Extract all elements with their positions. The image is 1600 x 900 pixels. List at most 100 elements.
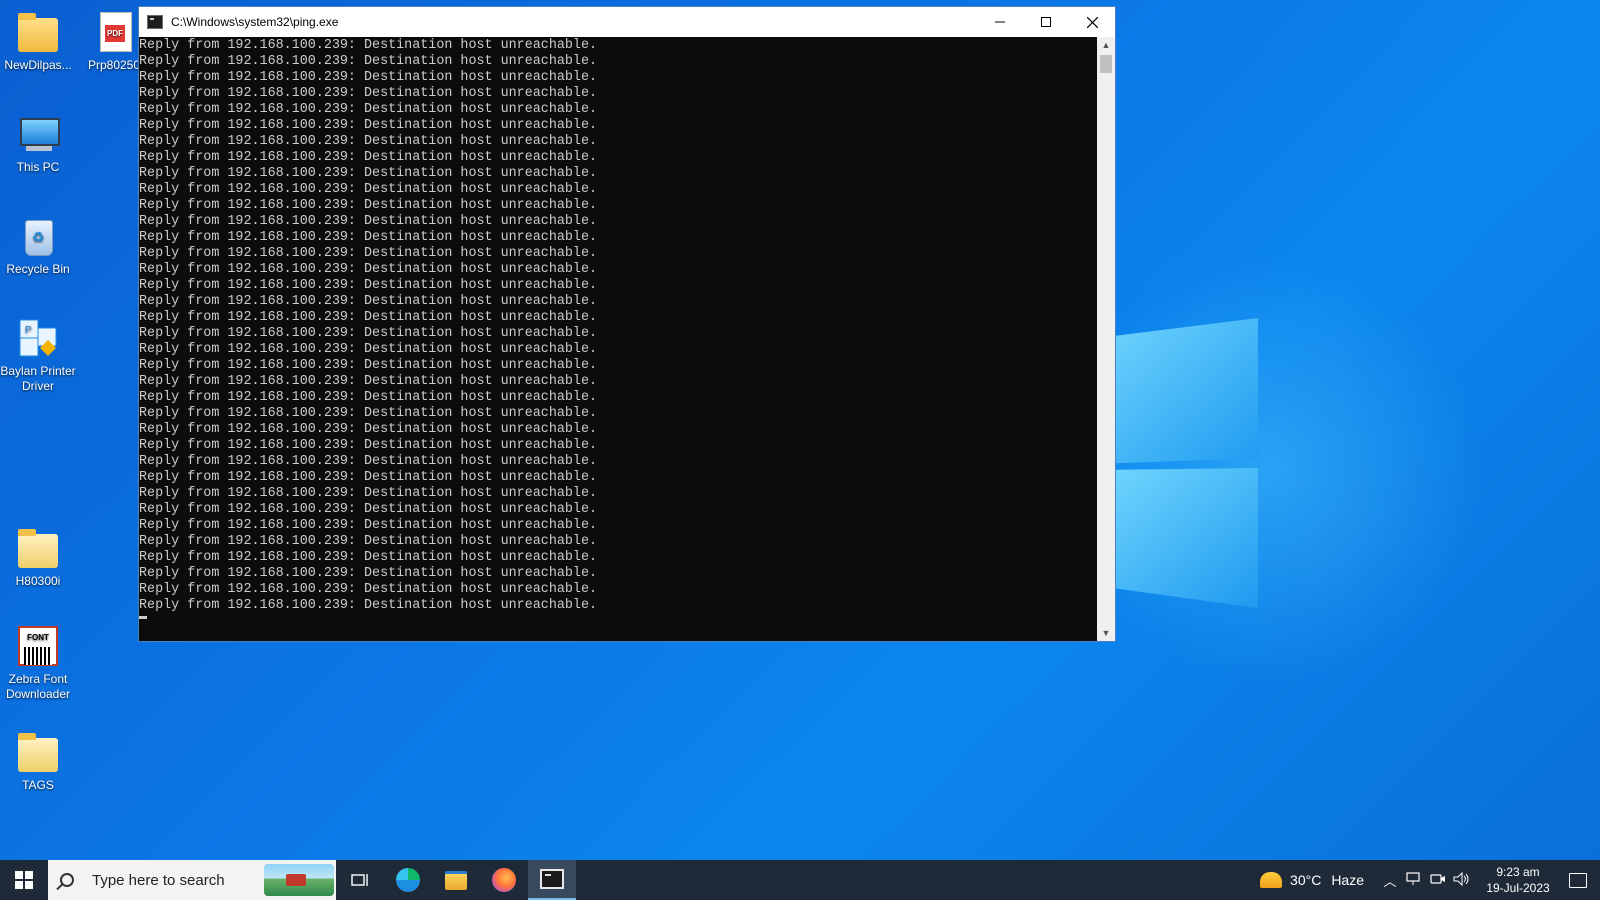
console-line: Reply from 192.168.100.239: Destination … [139, 470, 598, 485]
folder-icon [18, 733, 58, 772]
recycle-bin-icon: ♻ [25, 220, 53, 256]
desktop-icon-label: Zebra Font Downloader [5, 672, 71, 701]
haze-weather-icon [1260, 872, 1283, 888]
taskbar-console[interactable] [528, 860, 576, 900]
taskbar-firefox[interactable] [480, 860, 528, 900]
console-line: Reply from 192.168.100.239: Destination … [139, 310, 598, 325]
console-line: Reply from 192.168.100.239: Destination … [139, 566, 598, 581]
console-line: Reply from 192.168.100.239: Destination … [139, 182, 598, 197]
desktop-icon-label: Baylan Printer Driver [0, 364, 76, 393]
maximize-icon [1041, 17, 1051, 27]
firefox-icon [492, 868, 516, 892]
console-line: Reply from 192.168.100.239: Destination … [139, 454, 598, 469]
task-view-icon [351, 874, 368, 886]
windows-logo-wallpaper [1098, 318, 1258, 608]
desktop-icon-label: NewDilpas... [4, 58, 72, 72]
taskbar-clock[interactable]: 9:23 am 19-Jul-2023 [1480, 864, 1556, 896]
desktop-icon-tags[interactable]: TAGS [0, 730, 76, 793]
console-line: Reply from 192.168.100.239: Destination … [139, 262, 598, 277]
console-titlebar[interactable]: C:\Windows\system32\ping.exe [139, 7, 1115, 37]
scroll-up-arrow-icon[interactable]: ▲ [1097, 37, 1115, 53]
zebra-font-icon: FONT [18, 626, 58, 666]
console-line: Reply from 192.168.100.239: Destination … [139, 150, 598, 165]
console-line: Reply from 192.168.100.239: Destination … [139, 422, 598, 437]
console-line: Reply from 192.168.100.239: Destination … [139, 134, 598, 149]
desktop-icon-label: Recycle Bin [6, 262, 70, 276]
console-line: Reply from 192.168.100.239: Destination … [139, 166, 598, 181]
console-line: Reply from 192.168.100.239: Destination … [139, 70, 598, 85]
vertical-scrollbar[interactable]: ▲ ▼ [1097, 37, 1115, 641]
console-line: Reply from 192.168.100.239: Destination … [139, 246, 598, 261]
scrollbar-thumb[interactable] [1100, 55, 1112, 73]
desktop-icon-this-pc[interactable]: This PC [0, 112, 76, 175]
minimize-button[interactable] [977, 7, 1023, 37]
start-button[interactable] [0, 860, 48, 900]
clock-time: 9:23 am [1496, 865, 1540, 879]
weather-description: Haze [1331, 872, 1364, 888]
search-highlight-image[interactable] [264, 864, 334, 896]
console-app-icon[interactable] [147, 15, 163, 29]
console-line: Reply from 192.168.100.239: Destination … [139, 486, 598, 501]
console-line: Reply from 192.168.100.239: Destination … [139, 214, 598, 229]
window-title: C:\Windows\system32\ping.exe [171, 15, 339, 29]
taskbar-search-box[interactable]: Type here to search [48, 860, 336, 900]
desktop-icon-label: This PC [16, 160, 60, 174]
console-line: Reply from 192.168.100.239: Destination … [139, 598, 598, 613]
svg-text:P: P [25, 325, 32, 336]
folder-icon [18, 529, 58, 568]
desktop-icon-newdilpas[interactable]: NewDilpas... [0, 10, 76, 73]
meet-now-icon[interactable] [1426, 872, 1450, 889]
weather-widget[interactable]: 30°C Haze [1260, 872, 1364, 888]
console-line: Reply from 192.168.100.239: Destination … [139, 502, 598, 517]
notification-icon [1569, 872, 1587, 888]
console-line: Reply from 192.168.100.239: Destination … [139, 374, 598, 389]
desktop-icon-baylan-printer-driver[interactable]: P Baylan Printer Driver [0, 316, 76, 394]
console-line: Reply from 192.168.100.239: Destination … [139, 550, 598, 565]
console-line: Reply from 192.168.100.239: Destination … [139, 358, 598, 373]
show-hidden-icons-chevron-icon[interactable]: ︿ [1378, 871, 1402, 890]
console-line: Reply from 192.168.100.239: Destination … [139, 518, 598, 533]
desktop-icon-recycle-bin[interactable]: ♻ Recycle Bin [0, 214, 76, 277]
file-explorer-icon [445, 870, 467, 890]
console-line: Reply from 192.168.100.239: Destination … [139, 38, 598, 53]
console-line: Reply from 192.168.100.239: Destination … [139, 86, 598, 101]
scroll-down-arrow-icon[interactable]: ▼ [1097, 625, 1115, 641]
search-icon [60, 873, 74, 887]
maximize-button[interactable] [1023, 7, 1069, 37]
edge-browser-icon [396, 868, 420, 892]
console-line: Reply from 192.168.100.239: Destination … [139, 582, 598, 597]
clock-date: 19-Jul-2023 [1486, 881, 1550, 895]
volume-icon[interactable] [1450, 871, 1474, 889]
network-icon[interactable] [1402, 871, 1426, 889]
taskbar-file-explorer[interactable] [432, 860, 480, 900]
console-window[interactable]: C:\Windows\system32\ping.exe Reply from … [138, 6, 1116, 642]
console-icon [540, 869, 564, 889]
task-view-button[interactable] [336, 860, 384, 900]
console-line: Reply from 192.168.100.239: Destination … [139, 326, 598, 341]
pdf-file-icon: PDF [100, 12, 132, 52]
console-line: Reply from 192.168.100.239: Destination … [139, 54, 598, 69]
taskbar-edge[interactable] [384, 860, 432, 900]
desktop-icon-h80300i[interactable]: H80300i [0, 526, 76, 589]
console-line: Reply from 192.168.100.239: Destination … [139, 198, 598, 213]
console-line: Reply from 192.168.100.239: Destination … [139, 534, 598, 549]
close-icon [1086, 16, 1098, 28]
minimize-icon [995, 21, 1005, 23]
close-button[interactable] [1069, 7, 1115, 37]
taskbar: Type here to search 30°C Haze ︿ 9:23 am … [0, 860, 1600, 900]
desktop-icon-label: TAGS [22, 778, 54, 792]
action-center-button[interactable] [1556, 872, 1600, 888]
search-placeholder: Type here to search [92, 871, 225, 889]
user-folder-icon [18, 13, 58, 52]
console-line: Reply from 192.168.100.239: Destination … [139, 294, 598, 309]
console-line: Reply from 192.168.100.239: Destination … [139, 342, 598, 357]
console-line: Reply from 192.168.100.239: Destination … [139, 230, 598, 245]
printer-driver-icon: P [19, 319, 57, 357]
console-output[interactable]: Reply from 192.168.100.239: Destination … [139, 37, 1097, 641]
text-cursor [139, 616, 147, 619]
weather-temperature: 30°C [1290, 872, 1322, 888]
desktop-icon-zebra-font-downloader[interactable]: FONT Zebra Font Downloader [0, 624, 76, 702]
console-line: Reply from 192.168.100.239: Destination … [139, 102, 598, 117]
desktop-icon-label: H80300i [15, 574, 61, 588]
console-line: Reply from 192.168.100.239: Destination … [139, 406, 598, 421]
